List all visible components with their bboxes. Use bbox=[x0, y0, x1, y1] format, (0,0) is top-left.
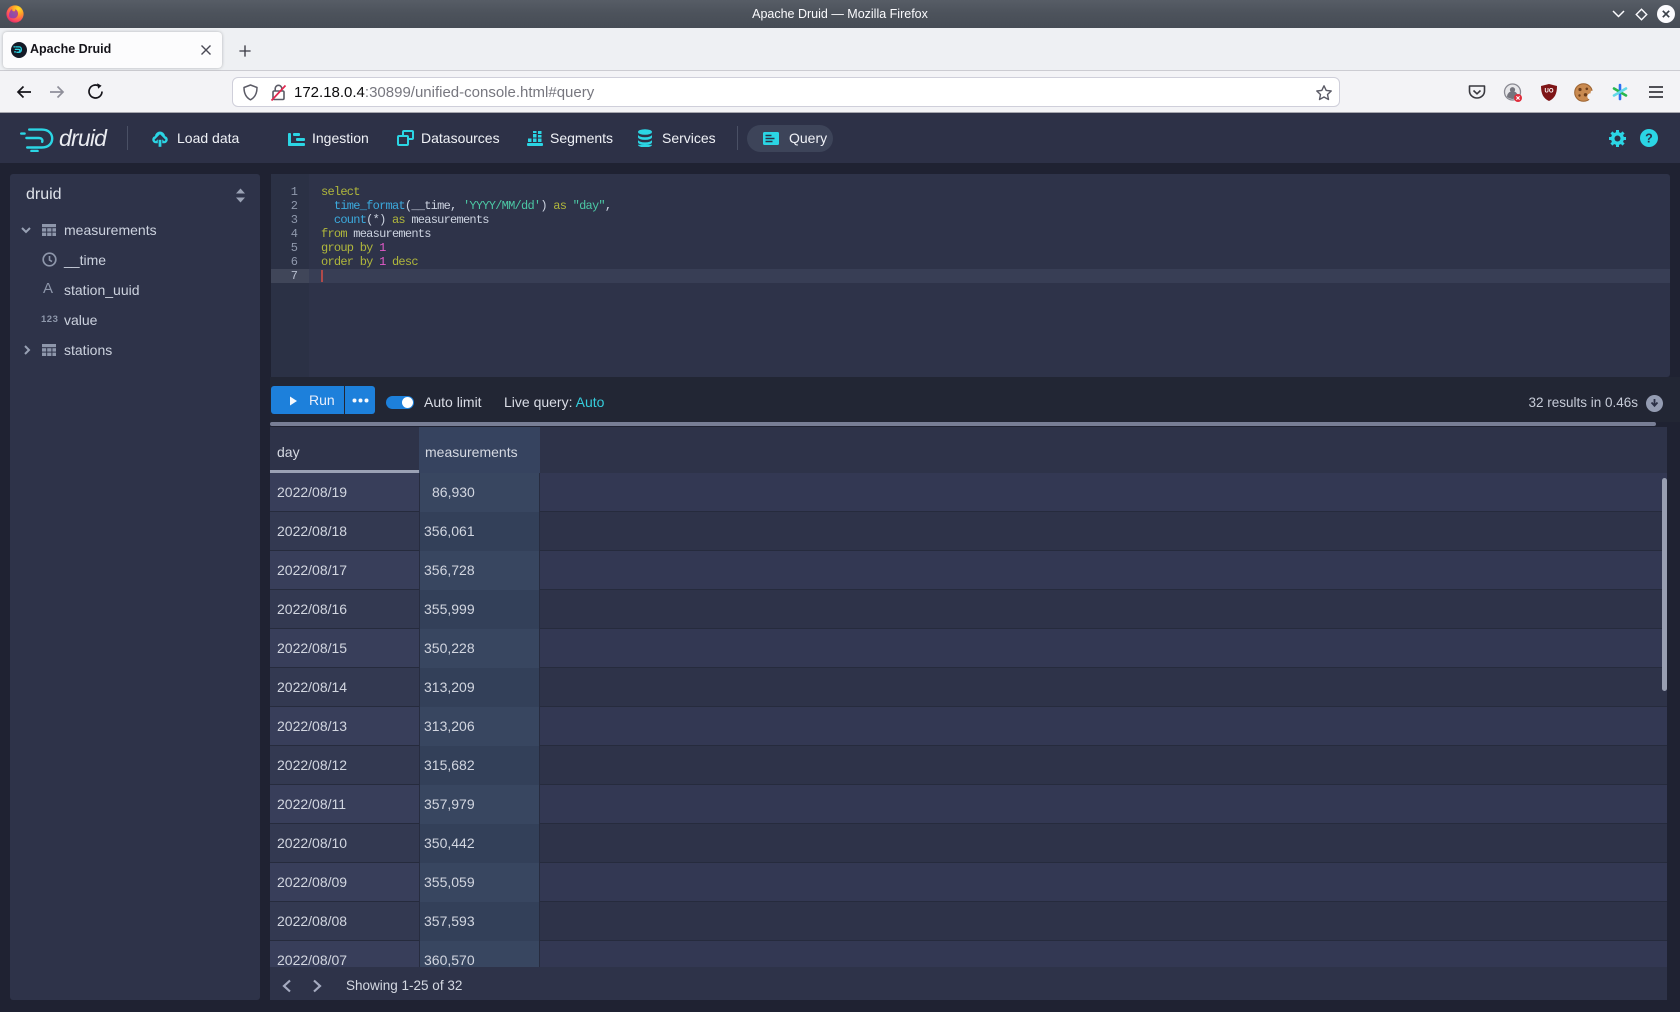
svg-text:UO: UO bbox=[1545, 89, 1554, 95]
svg-text:?: ? bbox=[1645, 132, 1653, 146]
